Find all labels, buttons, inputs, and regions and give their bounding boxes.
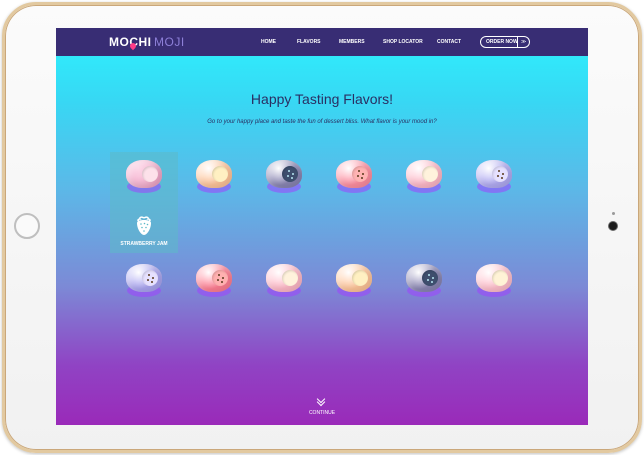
- filling-dot: [428, 274, 430, 276]
- mochi-filling: [492, 166, 508, 182]
- filling-dot: [357, 175, 359, 177]
- order-now-button[interactable]: ORDER NOW ≫: [480, 36, 530, 48]
- flavor-item[interactable]: [122, 258, 166, 302]
- mochi-filling: [422, 270, 438, 286]
- filling-dot: [291, 177, 293, 179]
- mochi-filling: [352, 270, 368, 286]
- screen: MOCHI MOJI HOME FLAVORS MEMBERS SHOP LOC…: [56, 28, 588, 425]
- flavor-item[interactable]: [332, 258, 376, 302]
- light-sensor: [612, 212, 615, 215]
- order-now-label: ORDER NOW: [486, 39, 518, 45]
- filling-dot: [427, 279, 429, 281]
- filling-dot: [288, 170, 290, 172]
- flavor-item: [122, 154, 166, 198]
- flavor-item[interactable]: [472, 154, 516, 198]
- page-subtitle: Go to your happy place and taste the fun…: [207, 119, 437, 125]
- flavor-item[interactable]: [402, 154, 446, 198]
- mochi-filling: [282, 270, 298, 286]
- filling-dot: [358, 170, 360, 172]
- strawberry-icon: [137, 216, 151, 235]
- filling-dot: [362, 173, 364, 175]
- filling-dot: [152, 277, 154, 279]
- camera-icon: [609, 222, 617, 230]
- nav-contact[interactable]: CONTACT: [437, 38, 461, 46]
- mochi-filling: [142, 166, 158, 182]
- flavor-item[interactable]: [472, 258, 516, 302]
- filling-dot: [431, 281, 433, 283]
- mochi-filling: [282, 166, 298, 182]
- tablet-device: MOCHI MOJI HOME FLAVORS MEMBERS SHOP LOC…: [0, 0, 644, 455]
- filling-dot: [222, 277, 224, 279]
- flavor-item[interactable]: [262, 258, 306, 302]
- filling-dot: [432, 277, 434, 279]
- mochi-filling: [212, 270, 228, 286]
- mochi-filling: [422, 166, 438, 182]
- continue-label: CONTINUE: [308, 410, 336, 416]
- nav-shop-locator[interactable]: SHOP LOCATOR: [383, 38, 423, 46]
- flavor-item[interactable]: [262, 154, 306, 198]
- filling-dot: [292, 173, 294, 175]
- mochi-filling: [492, 270, 508, 286]
- filling-dot: [287, 175, 289, 177]
- page-title: Happy Tasting Flavors!: [250, 91, 394, 107]
- flavor-item[interactable]: [192, 154, 236, 198]
- flavor-item[interactable]: [332, 154, 376, 198]
- filling-dot: [221, 281, 223, 283]
- flavor-item[interactable]: [192, 258, 236, 302]
- nav-flavors[interactable]: FLAVORS: [297, 38, 321, 46]
- filling-dot: [501, 177, 503, 179]
- featured-flavor-card[interactable]: STRAWBERRY JAM: [110, 152, 178, 253]
- filling-dot: [498, 170, 500, 172]
- nav-home[interactable]: HOME: [261, 38, 276, 46]
- nav-members[interactable]: MEMBERS: [339, 38, 365, 46]
- filling-dot: [361, 177, 363, 179]
- mochi-filling: [142, 270, 158, 286]
- mochi-filling: [352, 166, 368, 182]
- filling-dot: [148, 274, 150, 276]
- filling-dot: [497, 175, 499, 177]
- filling-dot: [147, 279, 149, 281]
- flavor-item[interactable]: [402, 258, 446, 302]
- navbar: MOCHI MOJI HOME FLAVORS MEMBERS SHOP LOC…: [56, 28, 588, 56]
- continue-button[interactable]: CONTINUE: [302, 394, 342, 417]
- logo-secondary: MOJI: [154, 35, 185, 49]
- filling-dot: [151, 281, 153, 283]
- filling-dot: [217, 279, 219, 281]
- order-divider: [517, 37, 518, 47]
- filling-dot: [218, 274, 220, 276]
- mochi-filling: [212, 166, 228, 182]
- filling-dot: [502, 173, 504, 175]
- double-chevron-right-icon: ≫: [521, 39, 527, 45]
- home-button[interactable]: [14, 213, 40, 239]
- featured-flavor-label: STRAWBERRY JAM: [120, 241, 168, 247]
